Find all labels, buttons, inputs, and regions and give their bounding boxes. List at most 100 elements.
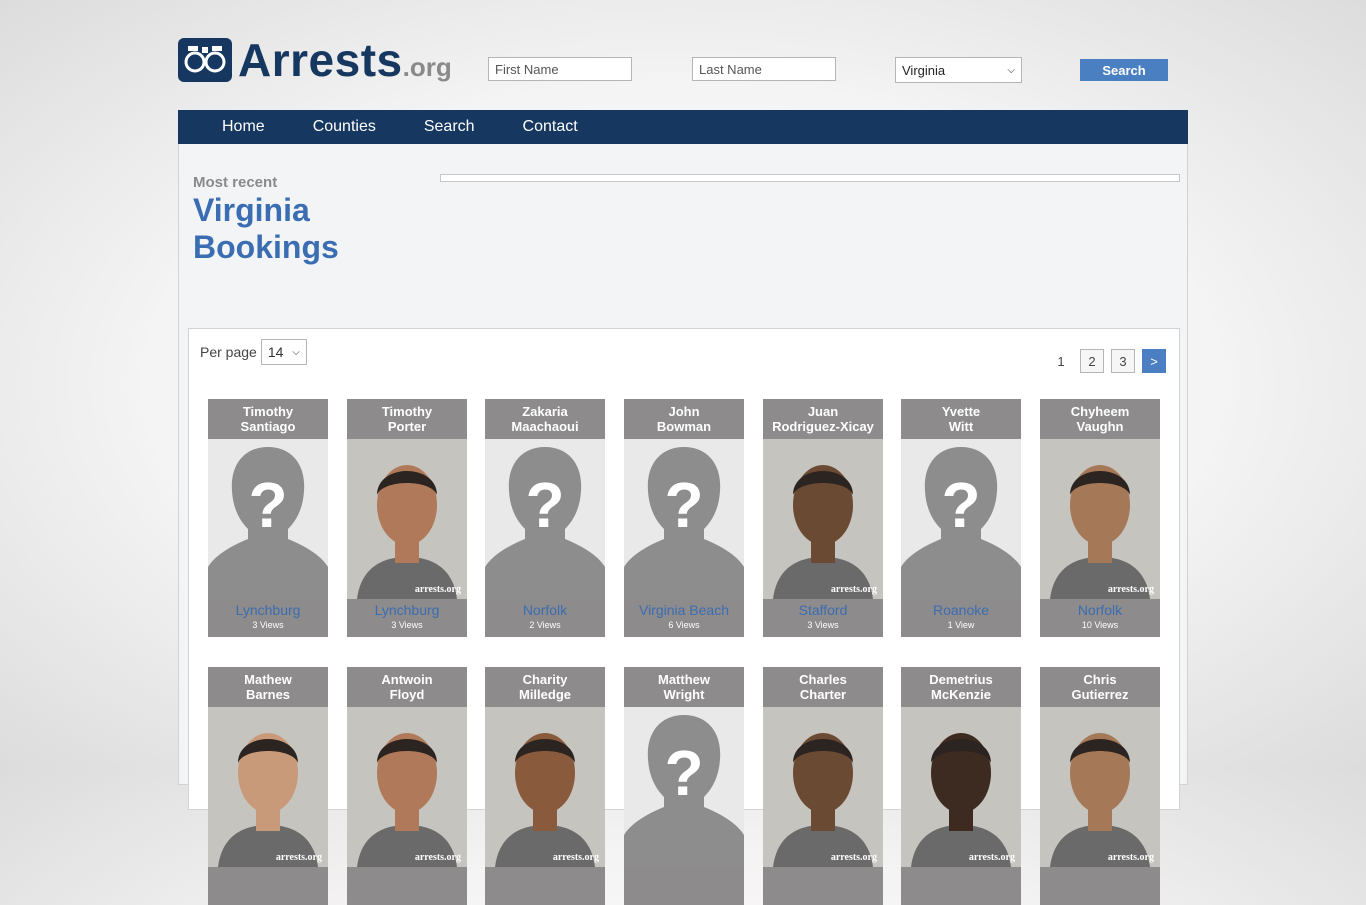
booking-location-link[interactable] <box>347 870 467 887</box>
last-name-input[interactable] <box>692 57 836 81</box>
watermark-text: arrests.org <box>830 852 877 863</box>
mugshot-photo[interactable]: arrests.org <box>763 707 883 867</box>
mugshot-photo[interactable]: arrests.org <box>901 707 1021 867</box>
booking-first-name: Charity <box>522 672 568 687</box>
silhouette-placeholder-icon[interactable]: ? <box>624 439 744 599</box>
booking-card[interactable]: Chyheem Vaughn arrests.org Norfolk 10 Views <box>1040 399 1160 637</box>
logo-domain-ext: .org <box>402 52 452 82</box>
nav-counties[interactable]: Counties <box>289 118 400 136</box>
booking-location-link[interactable]: Roanoke <box>901 602 1021 619</box>
booking-views-count: 10 Views <box>1081 620 1119 630</box>
nav-home[interactable]: Home <box>178 118 289 136</box>
booking-location-link[interactable]: Norfolk <box>1040 602 1160 619</box>
page-3-link[interactable]: 3 <box>1111 349 1135 373</box>
page-2-link[interactable]: 2 <box>1080 349 1104 373</box>
booking-location-link[interactable] <box>624 870 744 887</box>
watermark-text: arrests.org <box>830 584 877 595</box>
booking-card[interactable]: Charity Milledge arrests.org <box>485 667 605 905</box>
booking-card[interactable]: Chris Gutierrez arrests.org <box>1040 667 1160 905</box>
mugshot-photo[interactable]: arrests.org <box>208 707 328 867</box>
booking-last-name: Santiago <box>240 419 296 434</box>
booking-card[interactable]: Juan Rodriguez-Xicay arrests.org Stafford 3 … <box>763 399 883 637</box>
booking-card[interactable]: Timothy Santiago? Lynchburg 3 Views <box>208 399 328 637</box>
booking-first-name: Charles <box>799 672 847 687</box>
chevron-down-icon: ⌵ <box>292 346 300 358</box>
booking-location-link[interactable] <box>485 870 605 887</box>
booking-name[interactable]: Charity Milledge <box>485 667 605 707</box>
booking-name[interactable]: Chyheem Vaughn <box>1040 399 1160 439</box>
main-nav: Home Counties Search Contact <box>178 110 1188 144</box>
booking-name[interactable]: Juan Rodriguez-Xicay <box>763 399 883 439</box>
booking-card[interactable]: Yvette Witt? Roanoke 1 View <box>901 399 1021 637</box>
content-panel: Most recent Virginia Bookings Per page 1… <box>178 144 1188 905</box>
booking-location-link[interactable] <box>208 870 328 887</box>
booking-location-link[interactable]: Lynchburg <box>208 602 328 619</box>
booking-location-link[interactable]: Lynchburg <box>347 602 467 619</box>
booking-views-count: 2 Views <box>529 620 561 630</box>
booking-name[interactable]: Matthew Wright <box>624 667 744 707</box>
mugshot-photo[interactable]: arrests.org <box>347 439 467 599</box>
booking-card[interactable]: Mathew Barnes arrests.org <box>208 667 328 905</box>
booking-name[interactable]: Timothy Santiago <box>208 399 328 439</box>
booking-card[interactable]: Demetrius McKenzie arrests.org <box>901 667 1021 905</box>
silhouette-placeholder-icon[interactable]: ? <box>624 707 744 867</box>
booking-name[interactable]: Chris Gutierrez <box>1040 667 1160 707</box>
booking-first-name: Chyheem <box>1070 404 1130 419</box>
booking-card[interactable]: John Bowman? Virginia Beach 6 Views <box>624 399 744 637</box>
site-logo[interactable]: Arrests .org <box>178 34 452 83</box>
booking-name[interactable]: Zakaria Maachaoui <box>485 399 605 439</box>
watermark-text: arrests.org <box>1107 852 1154 863</box>
state-select[interactable]: Virginia ⌵ <box>895 57 1022 83</box>
booking-card[interactable]: Charles Charter arrests.org <box>763 667 883 905</box>
silhouette-placeholder-icon[interactable]: ? <box>901 439 1021 599</box>
mugshot-photo[interactable]: arrests.org <box>763 439 883 599</box>
first-name-input[interactable] <box>488 57 632 81</box>
per-page-value: 14 <box>267 344 284 360</box>
booking-location-link[interactable]: Virginia Beach <box>624 602 744 619</box>
booking-first-name: Matthew <box>658 672 710 687</box>
handcuffs-logo-icon <box>178 38 232 82</box>
ad-banner <box>440 174 1180 182</box>
watermark-text: arrests.org <box>414 584 461 595</box>
next-page-button[interactable]: > <box>1142 349 1166 373</box>
booking-name[interactable]: Mathew Barnes <box>208 667 328 707</box>
page-1-current: 1 <box>1057 353 1065 369</box>
booking-location-link[interactable]: Stafford <box>763 602 883 619</box>
svg-text:?: ? <box>941 469 980 541</box>
search-button[interactable]: Search <box>1080 59 1168 81</box>
mugshot-photo[interactable]: arrests.org <box>485 707 605 867</box>
booking-views-count: 1 View <box>947 620 975 630</box>
booking-views-count: 6 Views <box>668 620 700 630</box>
booking-name[interactable]: Yvette Witt <box>901 399 1021 439</box>
booking-card[interactable]: Timothy Porter arrests.org Lynchburg 3 Views <box>347 399 467 637</box>
nav-contact[interactable]: Contact <box>499 118 602 136</box>
booking-card[interactable]: Matthew Wright? <box>624 667 744 905</box>
booking-views-count: 3 Views <box>252 620 284 630</box>
mugshot-photo[interactable]: arrests.org <box>1040 707 1160 867</box>
booking-last-name: Vaughn <box>1076 419 1124 434</box>
booking-last-name: Porter <box>387 419 427 434</box>
booking-location-link[interactable] <box>763 870 883 887</box>
booking-last-name: Wright <box>663 687 705 702</box>
booking-first-name: Zakaria <box>522 404 568 419</box>
mugshot-photo[interactable]: arrests.org <box>1040 439 1160 599</box>
booking-location-link[interactable] <box>1040 870 1160 887</box>
booking-name[interactable]: Charles Charter <box>763 667 883 707</box>
booking-location-link[interactable]: Norfolk <box>485 602 605 619</box>
silhouette-placeholder-icon[interactable]: ? <box>485 439 605 599</box>
booking-last-name: Milledge <box>518 687 571 702</box>
booking-name[interactable]: John Bowman <box>624 399 744 439</box>
booking-card[interactable]: Zakaria Maachaoui? Norfolk 2 Views <box>485 399 605 637</box>
watermark-text: arrests.org <box>968 852 1015 863</box>
booking-card[interactable]: Antwoin Floyd arrests.org <box>347 667 467 905</box>
nav-search[interactable]: Search <box>400 118 499 136</box>
booking-name[interactable]: Timothy Porter <box>347 399 467 439</box>
booking-name[interactable]: Antwoin Floyd <box>347 667 467 707</box>
watermark-text: arrests.org <box>414 852 461 863</box>
watermark-text: arrests.org <box>275 852 322 863</box>
silhouette-placeholder-icon[interactable]: ? <box>208 439 328 599</box>
per-page-select[interactable]: 14 ⌵ <box>260 339 307 365</box>
booking-name[interactable]: Demetrius McKenzie <box>901 667 1021 707</box>
booking-location-link[interactable] <box>901 870 1021 887</box>
mugshot-photo[interactable]: arrests.org <box>347 707 467 867</box>
